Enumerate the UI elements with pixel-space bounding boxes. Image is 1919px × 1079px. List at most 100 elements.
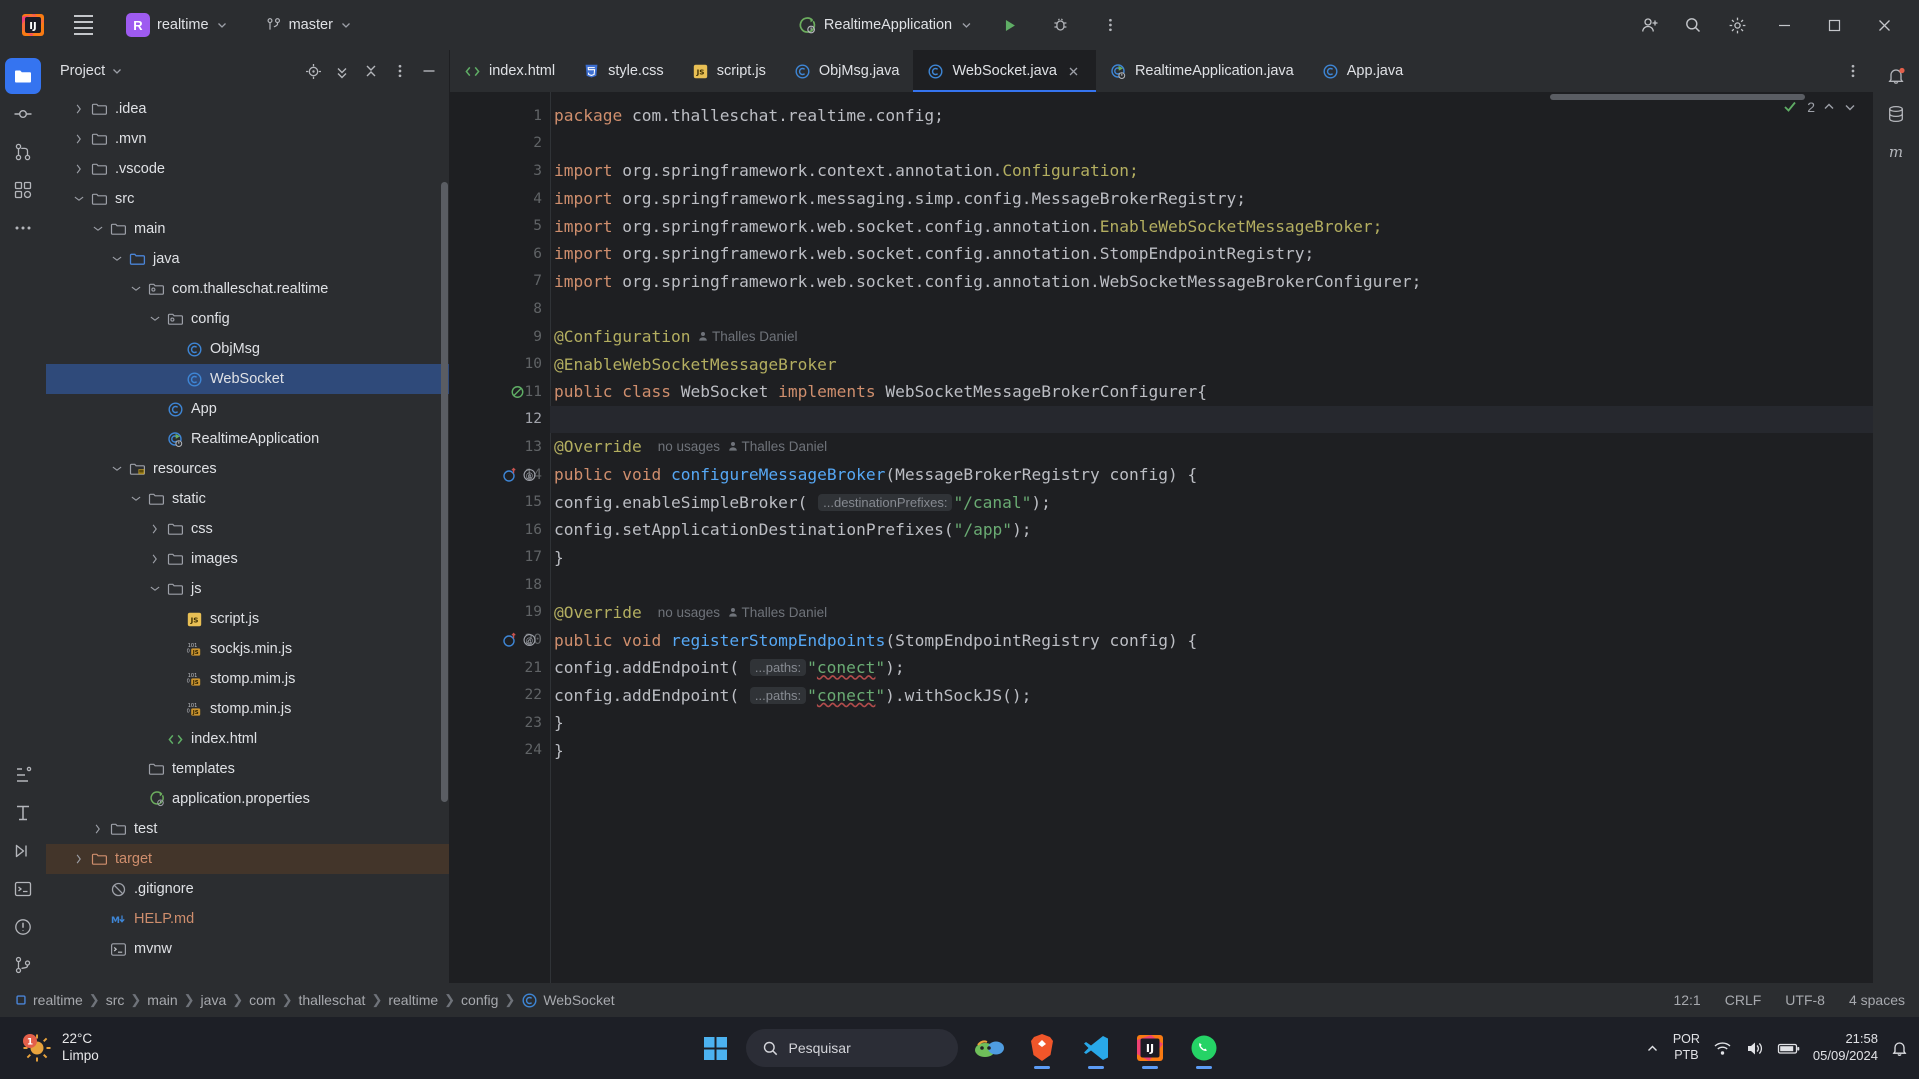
code-line-9[interactable]: @Configuration Thalles Daniel <box>550 323 1873 351</box>
windows-start-icon[interactable] <box>692 1024 740 1072</box>
tree-node--vscode[interactable]: .vscode <box>46 154 449 184</box>
breadcrumb-item-websocket[interactable]: WebSocket <box>521 992 615 1009</box>
code-line-18[interactable] <box>550 571 1873 599</box>
gutter-line-4[interactable]: 4 <box>450 185 550 213</box>
chevron-up-icon[interactable] <box>1822 100 1836 114</box>
code-line-24[interactable]: } <box>550 737 1873 765</box>
gutter-line-13[interactable]: 13 <box>450 433 550 461</box>
gutter-line-24[interactable]: 24 <box>450 737 550 765</box>
tree-node-help-md[interactable]: M HELP.md <box>46 904 449 934</box>
code-line-23[interactable]: } <box>550 709 1873 737</box>
indent-setting[interactable]: 4 spaces <box>1849 992 1905 1008</box>
code-line-21[interactable]: config.addEndpoint( ...paths: "conect"); <box>550 654 1873 682</box>
code-line-7[interactable]: import org.springframework.web.socket.co… <box>550 268 1873 296</box>
gutter-line-18[interactable]: 18 <box>450 571 550 599</box>
tree-node-stomp-min-js[interactable]: 101 0 JS stomp.min.js <box>46 694 449 724</box>
gutter-line-1[interactable]: 1 <box>450 102 550 130</box>
tree-node--mvn[interactable]: .mvn <box>46 124 449 154</box>
chevron-down-icon[interactable] <box>108 252 126 266</box>
gear-icon[interactable] <box>1717 8 1757 42</box>
code-line-13[interactable]: @Override no usages Thalles Daniel <box>550 433 1873 461</box>
editor-gutter[interactable]: 1 2 3 4 5 6 7 8 9 10 11 12 13 @14 15 16 17 18 19 @20 21 22 23 2… <box>450 92 550 983</box>
editor-tab-script-js[interactable]: JS script.js <box>678 50 780 92</box>
code-line-12[interactable] <box>550 405 1873 434</box>
expand-all-icon[interactable] <box>328 57 356 85</box>
sidebar-item-version-control[interactable] <box>5 947 41 983</box>
code-line-10[interactable]: @EnableWebSocketMessageBroker <box>550 350 1873 378</box>
chevron-right-icon[interactable] <box>70 852 88 866</box>
project-tree-scrollbar[interactable] <box>441 182 448 802</box>
gutter-line-11[interactable]: 11 <box>450 378 550 406</box>
tree-node-application-properties[interactable]: application.properties <box>46 784 449 814</box>
sidebar-item-maven[interactable]: m <box>1878 134 1914 170</box>
breadcrumb-item-config[interactable]: config <box>461 992 498 1008</box>
tree-node-com-thalleschat-realtime[interactable]: com.thalleschat.realtime <box>46 274 449 304</box>
chevron-down-icon[interactable] <box>111 65 123 77</box>
tree-node-stomp-mim-js[interactable]: 101 0 JS stomp.mim.js <box>46 664 449 694</box>
editor-tab-app-java[interactable]: App.java <box>1308 50 1417 92</box>
editor-tab-realtimeapplication-java[interactable]: RealtimeApplication.java <box>1096 50 1308 92</box>
breadcrumb[interactable]: realtime ❯ src ❯ main ❯ java ❯ com ❯ thalleschat ❯ r… <box>14 992 615 1009</box>
project-tree[interactable]: .idea .mvn .vscode src main java com.thallesch… <box>46 92 449 983</box>
tree-node-resources[interactable]: resources <box>46 454 449 484</box>
taskbar-vscode-icon[interactable] <box>1072 1024 1120 1072</box>
line-separator[interactable]: CRLF <box>1725 992 1762 1008</box>
gutter-line-19[interactable]: 19 <box>450 599 550 627</box>
breadcrumb-item-realtime[interactable]: realtime <box>388 992 438 1008</box>
overriding-method-gutter-icon[interactable] <box>502 467 518 483</box>
sidebar-item-pull-requests[interactable] <box>5 134 41 170</box>
code-line-3[interactable]: import org.springframework.context.annot… <box>550 157 1873 185</box>
sidebar-item-project[interactable] <box>5 58 41 94</box>
hide-panel-icon[interactable] <box>415 57 443 85</box>
account-icon[interactable] <box>1629 8 1669 42</box>
gutter-line-12[interactable]: 12 <box>450 406 550 434</box>
editor-tab-style-css[interactable]: style.css <box>569 50 678 92</box>
more-vertical-icon[interactable] <box>386 57 414 85</box>
taskbar-clock[interactable]: 21:58 05/09/2024 <box>1813 1031 1878 1065</box>
inspections-widget[interactable]: 2 <box>1783 98 1857 115</box>
volume-icon[interactable] <box>1745 1039 1764 1058</box>
search-icon[interactable] <box>1673 8 1713 42</box>
chevron-right-icon[interactable] <box>70 102 88 116</box>
code-line-14[interactable]: public void configureMessageBroker (Messa… <box>550 461 1873 489</box>
tree-node-src[interactable]: src <box>46 184 449 214</box>
sidebar-item-notifications[interactable] <box>1878 58 1914 94</box>
more-run-options-button[interactable] <box>1090 8 1130 42</box>
spring-bean-gutter-icon[interactable] <box>510 384 525 399</box>
breadcrumb-item-main[interactable]: main <box>147 992 177 1008</box>
maximize-icon[interactable] <box>1811 0 1857 50</box>
code-line-1[interactable]: package com.thalleschat.realtime.config; <box>550 102 1873 130</box>
sidebar-item-endpoints[interactable] <box>5 795 41 831</box>
code-line-8[interactable] <box>550 295 1873 323</box>
battery-icon[interactable] <box>1777 1039 1801 1058</box>
input-language-indicator[interactable]: POR PTB <box>1673 1032 1700 1063</box>
gutter-line-15[interactable]: 15 <box>450 488 550 516</box>
wifi-icon[interactable] <box>1713 1039 1732 1058</box>
gutter-line-14[interactable]: @14 <box>450 461 550 489</box>
gutter-line-2[interactable]: 2 <box>450 130 550 158</box>
gutter-line-20[interactable]: @20 <box>450 626 550 654</box>
tree-node-mvnw[interactable]: mvnw <box>46 934 449 964</box>
tree-node-main[interactable]: main <box>46 214 449 244</box>
tree-node-templates[interactable]: templates <box>46 754 449 784</box>
tree-node-target[interactable]: target <box>46 844 449 874</box>
minimize-icon[interactable] <box>1761 0 1807 50</box>
tree-node-script-js[interactable]: JS script.js <box>46 604 449 634</box>
sidebar-item-problems[interactable] <box>5 909 41 945</box>
project-selector[interactable]: R realtime <box>122 9 236 41</box>
code-line-15[interactable]: config.enableSimpleBroker( ...destinatio… <box>550 488 1873 516</box>
gutter-line-3[interactable]: 3 <box>450 157 550 185</box>
code-line-20[interactable]: public void registerStompEndpoints (Stomp… <box>550 626 1873 654</box>
chevron-down-icon[interactable] <box>108 462 126 476</box>
close-tab-icon[interactable] <box>1065 63 1082 80</box>
gutter-line-7[interactable]: 7 <box>450 268 550 296</box>
tree-node-index-html[interactable]: index.html <box>46 724 449 754</box>
gutter-line-10[interactable]: 10 <box>450 350 550 378</box>
gutter-line-8[interactable]: 8 <box>450 295 550 323</box>
code-line-6[interactable]: import org.springframework.web.socket.co… <box>550 240 1873 268</box>
caret-position[interactable]: 12:1 <box>1673 992 1700 1008</box>
sidebar-item-commit[interactable] <box>5 96 41 132</box>
sidebar-item-structure[interactable] <box>5 757 41 793</box>
breadcrumb-item-java[interactable]: java <box>201 992 227 1008</box>
code-editor[interactable]: 1 2 3 4 5 6 7 8 9 10 11 12 13 @14 15 16 17 18 19 @20 21 22 23 2… <box>450 92 1873 983</box>
